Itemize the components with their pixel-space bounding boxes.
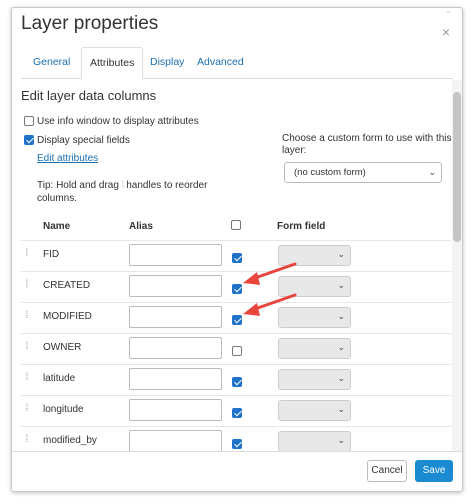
grip-icon: ⁞ [121,180,125,191]
visible-checkbox-cell[interactable] [232,435,242,451]
chevron-down-icon: ⌄ [337,404,345,414]
visible-checkbox-cell[interactable] [232,404,242,422]
save-button[interactable]: Save [415,460,453,482]
column-header-visible[interactable] [231,220,241,231]
chevron-down-icon: ⌄ [428,167,436,177]
dialog-titlebar: Layer properties ˆ × [12,8,462,42]
column-name: latitude [43,373,76,384]
scrollbar-thumb[interactable] [453,92,461,242]
column-header-alias: Alias [129,221,153,232]
drag-handle-icon[interactable]: ⁞⁞ [25,248,28,259]
table-row: ⁞⁞ CREATED ⌄ [21,271,451,302]
display-special-fields-option[interactable]: Display special fields [24,135,130,146]
table-row: ⁞⁞ longitude ⌄ [21,395,451,426]
visible-checkbox-cell[interactable] [232,280,242,298]
tab-bar: General Attributes Display Advanced [21,47,453,80]
form-field-select[interactable]: ⌄ [278,245,351,266]
alias-input[interactable] [129,368,222,390]
custom-form-value: (no custom form) [294,167,366,178]
column-name: OWNER [43,342,82,353]
tab-advanced[interactable]: Advanced [189,47,252,79]
chevron-down-icon: ⌄ [337,342,345,352]
drag-handle-icon[interactable]: ⁞⁞ [25,434,28,445]
table-row: ⁞⁞ latitude ⌄ [21,364,451,395]
chevron-down-icon: ⌄ [337,249,345,259]
dialog-title: Layer properties [21,13,159,34]
section-heading: Edit layer data columns [21,88,157,103]
visible-checkbox[interactable] [232,438,242,449]
chevron-down-icon: ⌄ [337,311,345,321]
visible-checkbox-cell[interactable] [232,311,242,329]
use-info-window-option[interactable]: Use info window to display attributes [24,116,199,127]
layer-properties-dialog: Layer properties ˆ × General Attributes … [11,7,463,492]
minimize-icon[interactable]: ˆ [447,11,450,22]
table-row: ⁞⁞ FID ⌄ [21,240,451,271]
table-row: ⁞⁞ MODIFIED ⌄ [21,302,451,333]
alias-input[interactable] [129,337,222,359]
alias-input[interactable] [129,430,222,451]
visible-checkbox[interactable] [232,314,242,325]
column-name: modified_by [43,435,97,446]
chevron-down-icon: ⌄ [337,435,345,445]
drag-handle-icon[interactable]: ⁞⁞ [25,310,28,321]
form-field-select[interactable]: ⌄ [278,431,351,451]
close-icon[interactable]: × [442,24,450,40]
alias-input[interactable] [129,244,222,266]
alias-input[interactable] [129,275,222,297]
column-header-form-field: Form field [277,221,326,232]
display-special-fields-checkbox[interactable] [24,135,34,146]
form-field-select[interactable]: ⌄ [278,307,351,328]
select-all-visible-checkbox[interactable] [231,220,241,231]
visible-checkbox-cell[interactable] [232,249,242,267]
alias-input[interactable] [129,306,222,328]
visible-checkbox[interactable] [232,283,242,294]
visible-checkbox[interactable] [232,345,242,356]
visible-checkbox[interactable] [232,376,242,387]
use-info-window-checkbox[interactable] [24,116,34,127]
alias-input[interactable] [129,399,222,421]
edit-attributes-link[interactable]: Edit attributes [37,153,98,164]
drag-handle-icon[interactable]: ⁞⁞ [25,341,28,352]
visible-checkbox-cell[interactable] [232,342,242,360]
chevron-down-icon: ⌄ [337,373,345,383]
visible-checkbox[interactable] [232,252,242,263]
column-name: longitude [43,404,84,415]
drag-handle-icon[interactable]: ⁞⁞ [25,403,28,414]
column-header-name: Name [43,221,71,232]
table-row: ⁞⁞ modified_by ⌄ [21,426,451,451]
form-field-select[interactable]: ⌄ [278,276,351,297]
form-field-select[interactable]: ⌄ [278,400,351,421]
custom-form-label: Choose a custom form to use with this la… [282,133,452,156]
tab-general[interactable]: General [25,47,78,79]
column-name: MODIFIED [43,311,92,322]
dialog-footer: Cancel Save [12,451,462,491]
tab-attributes[interactable]: Attributes [81,47,144,80]
reorder-tip: Tip: Hold and drag ⁞ handles to reorder … [37,179,237,205]
table-row: ⁞⁞ OWNER ⌄ [21,333,451,364]
tab-display[interactable]: Display [142,47,192,79]
use-info-window-label: Use info window to display attributes [37,116,199,127]
tip-text-start: Tip: Hold and drag [37,180,119,191]
form-field-select[interactable]: ⌄ [278,369,351,390]
attributes-panel: Edit layer data columns Use info window … [12,80,462,451]
cancel-button[interactable]: Cancel [367,460,407,482]
column-name: FID [43,249,60,260]
custom-form-select[interactable]: (no custom form) ⌄ [284,162,442,183]
drag-handle-icon[interactable]: ⁞⁞ [25,372,28,383]
column-name: CREATED [43,280,91,291]
visible-checkbox[interactable] [232,407,242,418]
display-special-fields-label: Display special fields [37,135,130,146]
form-field-select[interactable]: ⌄ [278,338,351,359]
visible-checkbox-cell[interactable] [232,373,242,391]
drag-handle-icon[interactable]: ⁞⁞ [25,279,28,290]
chevron-down-icon: ⌄ [337,280,345,290]
